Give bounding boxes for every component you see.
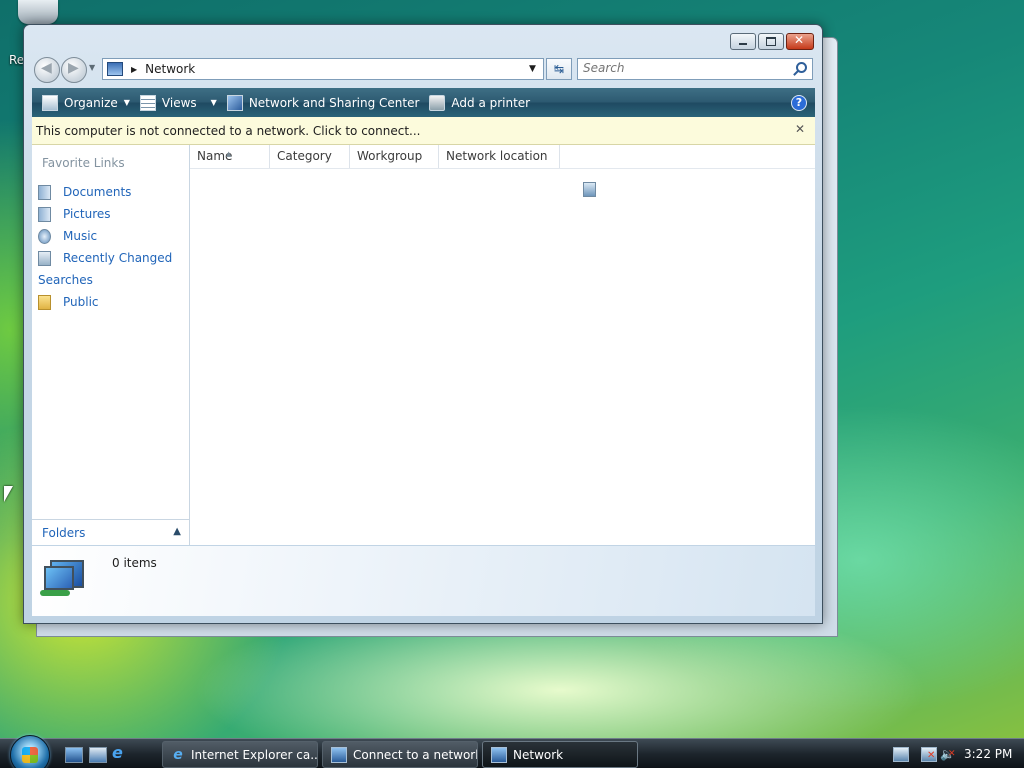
mouse-cursor-icon [4, 486, 13, 502]
minimize-button[interactable] [730, 33, 756, 50]
refresh-button[interactable]: ↹ [546, 58, 572, 80]
recent-pages-dropdown[interactable]: ▼ [89, 63, 95, 72]
explorer-window: ◀ ▶ ▼ ▶ Network ▼ ↹ Organize ▼ Views ▼ N… [23, 24, 823, 624]
back-arrow-icon: ◀ [41, 60, 52, 76]
column-header-workgroup[interactable]: Workgroup [350, 145, 439, 168]
network-computers-icon [40, 558, 86, 598]
chevron-up-icon: ▲ [173, 526, 181, 537]
network-sharing-center-icon [226, 94, 243, 111]
network-sharing-center-button[interactable]: Network and Sharing Center [226, 88, 420, 117]
network-icon [107, 62, 123, 76]
music-icon [38, 228, 51, 244]
help-icon[interactable]: ? [791, 95, 807, 111]
favorite-link-recently-changed[interactable]: Recently Changed [38, 247, 172, 269]
column-header-category[interactable]: Category [270, 145, 350, 168]
file-list[interactable]: ▲ Name Category Workgroup Network locatio… [190, 145, 815, 545]
favorite-links-list: Documents Pictures Music Recently Change… [38, 181, 596, 313]
forward-arrow-icon: ▶ [68, 60, 79, 76]
column-header-label: Workgroup [357, 149, 423, 163]
chevron-down-icon: ▼ [123, 98, 130, 107]
documents-icon [38, 184, 51, 200]
clock[interactable]: 3:22 PM [964, 747, 1012, 761]
favorite-link-searches[interactable]: Searches [38, 182, 596, 291]
favorite-link-label: Music [63, 229, 98, 243]
caption-buttons [728, 33, 814, 50]
favorite-link-music[interactable]: Music [38, 225, 172, 247]
favorite-link-label: Documents [63, 185, 132, 199]
back-button[interactable]: ◀ [34, 57, 60, 83]
command-bar: Organize ▼ Views ▼ Network and Sharing C… [32, 88, 815, 117]
folders-toggle[interactable]: Folders ▲ [32, 519, 189, 546]
views-icon [139, 94, 156, 111]
taskbar-button-label: Network [513, 747, 564, 762]
favorite-link-public[interactable]: Public [38, 291, 172, 313]
favorite-link-label: Pictures [63, 207, 111, 221]
organize-icon [42, 94, 58, 111]
ie-icon: e [173, 746, 183, 763]
item-count: 0 items [112, 556, 157, 570]
column-headers: ▲ Name Category Workgroup Network locatio… [190, 145, 815, 169]
column-header-label: Network location [446, 149, 548, 163]
column-header-label: Category [277, 149, 332, 163]
taskbar-button-connect-to-network[interactable]: Connect to a network [322, 741, 478, 768]
sort-ascending-icon: ▲ [226, 150, 232, 158]
recycle-bin-icon[interactable] [18, 0, 58, 24]
close-button[interactable] [786, 33, 814, 50]
network-disconnected-icon[interactable] [921, 747, 937, 762]
navigation-pane: Favorite Links Documents Pictures Music … [32, 145, 596, 546]
breadcrumb-network[interactable]: Network [145, 62, 529, 76]
favorite-link-pictures[interactable]: Pictures [38, 203, 172, 225]
favorite-links-heading: Favorite Links [42, 156, 125, 170]
info-bar[interactable]: This computer is not connected to a netw… [32, 117, 815, 145]
network-icon [491, 746, 507, 763]
content-area: Favorite Links Documents Pictures Music … [32, 145, 815, 545]
add-printer-label: Add a printer [451, 95, 531, 110]
recycle-bin-label[interactable]: Re [9, 53, 24, 67]
favorite-link-label: Recently Changed [63, 251, 173, 265]
network-sharing-center-label: Network and Sharing Center [248, 95, 420, 110]
public-folder-icon [38, 294, 51, 310]
add-printer-button[interactable]: Add a printer [429, 88, 530, 117]
show-desktop-icon[interactable] [65, 747, 83, 763]
refresh-icon: ↹ [553, 62, 565, 76]
recently-changed-icon [38, 250, 51, 266]
taskbar-button-label: Connect to a network [353, 747, 478, 762]
favorite-link-label: Public [63, 295, 99, 309]
info-bar-message[interactable]: This computer is not connected to a netw… [36, 124, 420, 138]
search-box [577, 58, 813, 80]
favorite-link-label: Searches [38, 273, 93, 287]
switch-windows-icon[interactable] [89, 747, 107, 763]
network-icon [331, 746, 347, 763]
column-header-network-location[interactable]: Network location [439, 145, 560, 168]
organize-label: Organize [64, 95, 118, 110]
search-icon[interactable] [796, 62, 807, 73]
taskbar-button-network[interactable]: Network [482, 741, 638, 768]
maximize-button[interactable] [758, 33, 784, 50]
safely-remove-hardware-icon[interactable] [893, 747, 909, 762]
taskbar-button-internet-explorer[interactable]: e Internet Explorer ca... [162, 741, 318, 768]
folders-label: Folders [42, 526, 86, 540]
printer-icon [429, 94, 446, 111]
address-dropdown-icon[interactable]: ▼ [529, 64, 543, 74]
address-row: ◀ ▶ ▼ ▶ Network ▼ ↹ [32, 57, 816, 83]
taskbar: e e Internet Explorer ca... Connect to a… [0, 735, 1024, 768]
column-header-name[interactable]: ▲ Name [190, 145, 270, 168]
details-pane: 0 items [32, 546, 815, 616]
forward-button[interactable]: ▶ [61, 57, 87, 83]
favorite-link-documents[interactable]: Documents [38, 181, 172, 203]
address-bar[interactable]: ▶ Network ▼ [102, 58, 544, 80]
taskbar-button-label: Internet Explorer ca... [191, 747, 318, 762]
organize-button[interactable]: Organize ▼ [42, 88, 130, 117]
pictures-icon [38, 206, 51, 222]
volume-muted-icon[interactable]: 🔈 [940, 747, 956, 761]
search-input[interactable] [578, 59, 783, 77]
views-label: Views [161, 95, 197, 110]
start-button[interactable] [10, 735, 50, 768]
views-button[interactable]: Views ▼ [139, 88, 217, 117]
breadcrumb-chevron-icon[interactable]: ▶ [131, 65, 137, 74]
info-bar-close-icon[interactable]: ✕ [795, 122, 805, 136]
internet-explorer-icon[interactable]: e [112, 743, 128, 762]
chevron-down-icon: ▼ [210, 98, 217, 107]
